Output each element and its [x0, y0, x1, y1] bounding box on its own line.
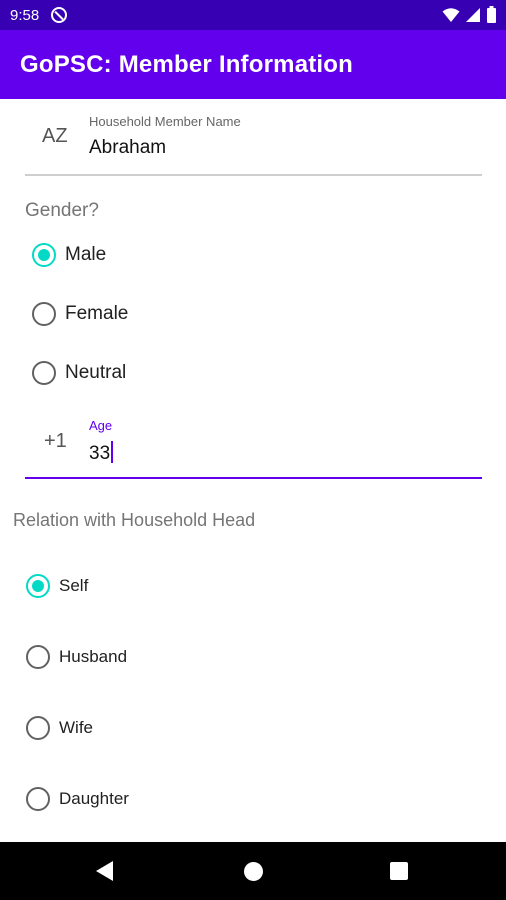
signal-icon	[466, 7, 480, 22]
gender-label: Gender?	[25, 200, 99, 221]
relation-option-wife[interactable]: Wife	[26, 716, 93, 740]
sort-alpha-icon: AZ	[42, 125, 68, 147]
battery-icon	[487, 6, 496, 23]
relation-option-self[interactable]: Self	[26, 574, 88, 598]
relation-label: Relation with Household Head	[13, 510, 256, 530]
page-title: GoPSC: Member Information	[20, 50, 354, 78]
status-time: 9:58	[10, 6, 40, 24]
member-name-input[interactable]: Abraham	[89, 137, 166, 159]
relation-option-label: Husband	[59, 647, 128, 666]
do-not-disturb-icon	[51, 7, 68, 23]
plus-one-icon: +1	[44, 430, 67, 452]
status-bar: 9:58	[0, 0, 506, 30]
radio-unchecked-icon[interactable]	[26, 716, 50, 740]
gender-option-label: Female	[65, 303, 129, 324]
radio-unchecked-icon[interactable]	[26, 787, 50, 811]
recent-apps-icon[interactable]	[390, 862, 408, 880]
relation-option-daughter[interactable]: Daughter	[26, 787, 129, 811]
relation-option-husband[interactable]: Husband	[26, 645, 127, 669]
home-icon[interactable]	[244, 862, 263, 881]
relation-option-label: Daughter	[59, 789, 129, 808]
relation-option-label: Self	[59, 576, 89, 595]
radio-unchecked-icon[interactable]	[32, 302, 56, 326]
gender-option-label: Neutral	[65, 362, 127, 383]
gender-option-male[interactable]: Male	[32, 243, 106, 267]
age-field[interactable]: +1 Age 33	[25, 412, 482, 479]
age-value: 33	[89, 443, 111, 464]
gender-option-female[interactable]: Female	[32, 302, 128, 326]
radio-checked-icon[interactable]	[32, 243, 56, 267]
age-label: Age	[89, 418, 113, 433]
radio-unchecked-icon[interactable]	[26, 645, 50, 669]
text-cursor	[111, 441, 114, 463]
system-nav-bar	[0, 842, 506, 900]
back-icon[interactable]	[96, 861, 113, 881]
member-name-label: Household Member Name	[89, 114, 241, 129]
status-icons	[442, 6, 496, 23]
member-name-field[interactable]: AZ Household Member Name Abraham	[25, 110, 482, 176]
app-bar: GoPSC: Member Information	[0, 30, 506, 99]
wifi-icon	[442, 7, 460, 22]
radio-checked-icon[interactable]	[26, 574, 50, 598]
gender-option-label: Male	[65, 244, 107, 265]
age-input[interactable]: 33	[89, 441, 114, 465]
relation-option-label: Wife	[59, 718, 93, 737]
radio-unchecked-icon[interactable]	[32, 361, 56, 385]
gender-option-neutral[interactable]: Neutral	[32, 361, 126, 385]
